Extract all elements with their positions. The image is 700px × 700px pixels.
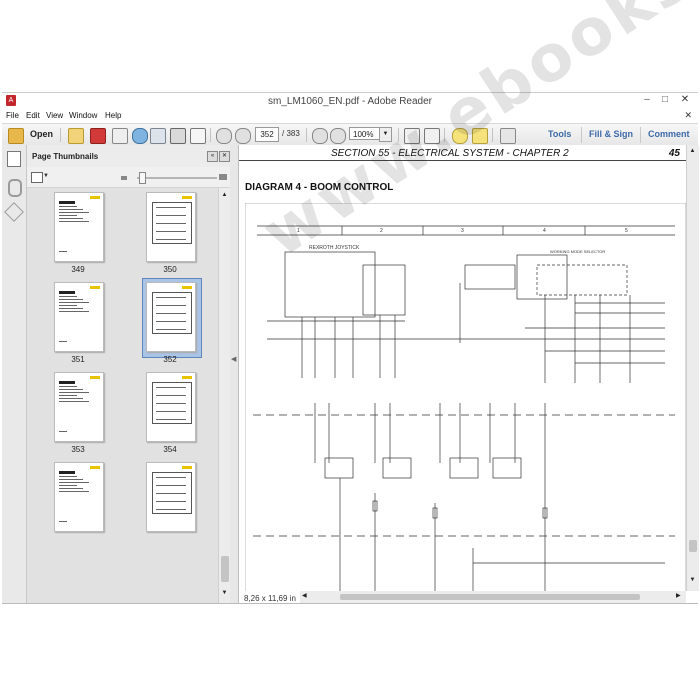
panel-splitter[interactable]: ◀	[230, 145, 239, 603]
options-menu-icon[interactable]	[31, 172, 43, 183]
options-dropdown-icon[interactable]: ▼	[43, 173, 49, 179]
page-thumbnail[interactable]	[146, 462, 196, 532]
doc-scroll-down-icon[interactable]: ▼	[688, 577, 697, 585]
open-folder-icon[interactable]	[8, 128, 24, 144]
email-icon[interactable]	[190, 128, 206, 144]
doc-scroll-right-icon[interactable]: ▶	[676, 592, 681, 599]
thumbnail-page-label: 350	[163, 265, 177, 274]
panel-title: Page Thumbnails	[32, 152, 99, 161]
next-page-icon[interactable]	[235, 128, 251, 144]
page-thumbnail[interactable]	[54, 192, 104, 262]
signatures-icon[interactable]	[4, 202, 24, 222]
thumbnail-page-label: 352	[163, 355, 177, 364]
thumbnail-page-label: 354	[163, 445, 177, 454]
doc-hscrollbar-thumb[interactable]	[340, 594, 640, 600]
title-bar: sm_LM1060_EN.pdf - Adobe Reader	[2, 92, 698, 111]
page-thumbnail[interactable]	[146, 282, 196, 352]
document-horizontal-scrollbar[interactable]: ◀ ▶	[300, 591, 686, 603]
open-button[interactable]: Open	[30, 129, 53, 139]
window-bottom-border	[2, 603, 698, 604]
navigation-rail	[2, 145, 27, 603]
scroll-up-icon[interactable]: ▲	[220, 192, 229, 200]
zoom-large-icon[interactable]	[219, 174, 227, 180]
selector-label: WORKING MODE SELECTOR	[550, 249, 605, 254]
splitter-arrow-icon[interactable]: ◀	[231, 355, 236, 367]
attachments-icon[interactable]	[8, 179, 22, 197]
zoom-in-icon[interactable]	[330, 128, 346, 144]
slider-handle[interactable]	[139, 172, 146, 184]
save-icon[interactable]	[150, 128, 166, 144]
page-thumbnail[interactable]	[54, 282, 104, 352]
page-thumbnail[interactable]	[54, 462, 104, 532]
menu-view[interactable]: View	[46, 111, 63, 120]
window-title: sm_LM1060_EN.pdf - Adobe Reader	[268, 96, 432, 107]
doc-scroll-left-icon[interactable]: ◀	[302, 592, 307, 599]
column-number: 5	[625, 228, 628, 234]
column-number: 3	[461, 228, 464, 234]
page-number-label: 45	[668, 148, 680, 159]
menu-help[interactable]: Help	[105, 111, 121, 120]
zoom-small-icon[interactable]	[121, 176, 127, 180]
close-document-icon[interactable]: ✕	[684, 110, 692, 121]
menu-bar: File Edit View Window Help ✕	[2, 110, 698, 123]
export-pdf-icon[interactable]	[90, 128, 106, 144]
page-thumbnails-icon[interactable]	[7, 151, 21, 167]
print-icon[interactable]	[170, 128, 186, 144]
thumbnails-options-bar: ▼	[27, 167, 230, 188]
adobe-reader-icon: A	[6, 95, 16, 106]
maximize-button[interactable]: □	[658, 94, 672, 106]
page-total: / 383	[282, 129, 300, 138]
tab-tools[interactable]: Tools	[548, 129, 571, 139]
thumbnail-size-slider[interactable]	[137, 177, 217, 179]
doc-scroll-up-icon[interactable]: ▲	[688, 148, 697, 156]
page-thumbnail[interactable]	[146, 372, 196, 442]
edit-pdf-icon[interactable]	[112, 128, 128, 144]
column-number: 2	[380, 228, 383, 234]
menu-file[interactable]: File	[6, 111, 19, 120]
minimize-button[interactable]: –	[640, 94, 654, 106]
thumbnails-header: Page Thumbnails « ✕	[27, 145, 230, 168]
close-window-button[interactable]: ✕	[678, 94, 692, 106]
page-number-input[interactable]: 352	[255, 127, 279, 142]
thumbnail-page-label: 353	[71, 445, 85, 454]
page-thumbnail[interactable]	[54, 372, 104, 442]
thumbnail-page-label: 349	[71, 265, 85, 274]
tab-comment[interactable]: Comment	[648, 129, 690, 139]
zoom-out-icon[interactable]	[312, 128, 328, 144]
collapse-panel-icon[interactable]: «	[207, 151, 218, 162]
document-vertical-scrollbar[interactable]: ▲ ▼	[686, 145, 699, 591]
scroll-down-icon[interactable]: ▼	[220, 590, 229, 598]
menu-edit[interactable]: Edit	[26, 111, 40, 120]
previous-page-icon[interactable]	[216, 128, 232, 144]
column-number: 4	[543, 228, 546, 234]
menu-window[interactable]: Window	[69, 111, 97, 120]
page-thumbnail[interactable]	[146, 192, 196, 262]
toolbar: Open 352 / 383 100% ▼ Tools Fill & Sign …	[2, 123, 698, 147]
thumbnail-page-label: 351	[71, 355, 85, 364]
doc-scrollbar-thumb[interactable]	[689, 540, 697, 552]
page-size-status: 8,26 x 11,69 in	[244, 594, 296, 603]
tab-fill-sign[interactable]: Fill & Sign	[589, 129, 633, 139]
scrollbar-thumb[interactable]	[221, 556, 229, 582]
create-pdf-icon[interactable]	[68, 128, 84, 144]
close-panel-icon[interactable]: ✕	[219, 151, 230, 162]
upload-cloud-icon[interactable]	[132, 128, 148, 144]
